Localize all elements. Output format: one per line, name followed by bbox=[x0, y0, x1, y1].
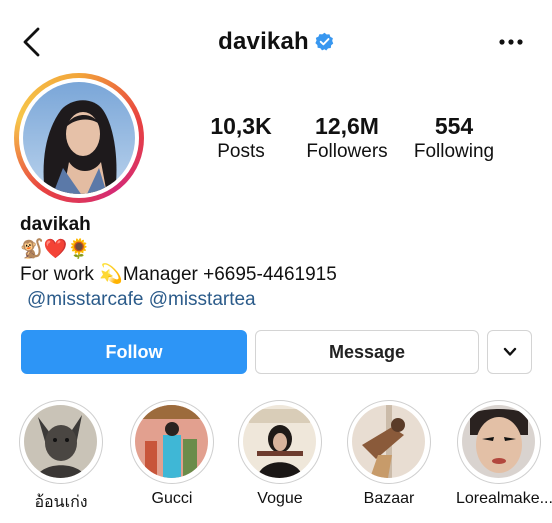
follow-button[interactable]: Follow bbox=[21, 330, 247, 374]
highlight-dog-image bbox=[24, 405, 97, 478]
message-button[interactable]: Message bbox=[255, 330, 479, 374]
highlight-4[interactable]: Bazaar bbox=[346, 400, 432, 508]
highlight-5-label: Lorealmake... bbox=[456, 490, 552, 507]
avatar-photo bbox=[23, 82, 135, 194]
profile-name: davikah bbox=[20, 214, 91, 235]
highlight-3[interactable]: Vogue bbox=[237, 400, 323, 508]
mention-link-misstarcafe[interactable]: @misstarcafe bbox=[27, 289, 143, 310]
suggested-dropdown-button[interactable] bbox=[487, 330, 532, 374]
highlight-1-label: อ้อนเก่ง bbox=[34, 494, 88, 511]
highlight-2[interactable]: Gucci bbox=[129, 400, 215, 508]
bio-emoji-line: 🐒❤️🌻 bbox=[20, 239, 91, 260]
top-bar: davikah bbox=[0, 0, 552, 84]
followers-count: 12,6M bbox=[315, 113, 379, 139]
highlight-4-label: Bazaar bbox=[363, 490, 415, 507]
highlight-2-label: Gucci bbox=[151, 490, 193, 507]
profile-avatar-ring[interactable] bbox=[14, 73, 144, 203]
highlight-1[interactable]: อ้อนเก่ง bbox=[18, 400, 104, 515]
highlight-vogue-image bbox=[243, 405, 316, 478]
posts-label: Posts bbox=[217, 141, 265, 162]
following-label: Following bbox=[413, 141, 495, 162]
highlight-3-label: Vogue bbox=[257, 490, 303, 507]
profile-username-title: davikah bbox=[0, 28, 552, 56]
chevron-down-icon bbox=[503, 347, 516, 356]
followers-label: Followers bbox=[306, 141, 388, 162]
highlight-5[interactable]: Lorealmake... bbox=[456, 400, 552, 508]
dizzy-emoji: 💫 bbox=[99, 264, 123, 285]
highlight-bazaar-image bbox=[352, 405, 425, 478]
username-text: davikah bbox=[218, 28, 309, 55]
followers-stat[interactable]: 12,6M Followers bbox=[302, 113, 392, 164]
avatar bbox=[23, 82, 135, 194]
highlight-loreal-image bbox=[462, 405, 535, 478]
verified-badge-icon bbox=[315, 32, 334, 51]
following-stat[interactable]: 554 Following bbox=[410, 113, 498, 164]
posts-stat[interactable]: 10,3K Posts bbox=[201, 113, 281, 164]
profile-bio: davikah 🐒❤️🌻 For work 💫Manager +6695-446… bbox=[20, 212, 337, 312]
mention-link-misstartea[interactable]: @misstartea bbox=[149, 289, 256, 310]
posts-count: 10,3K bbox=[210, 113, 272, 139]
highlight-gucci-image bbox=[135, 405, 208, 478]
following-count: 554 bbox=[434, 113, 474, 139]
bio-mentions: @misstarcafe @misstartea bbox=[20, 287, 337, 312]
bio-work-line: For work 💫Manager +6695-4461915 bbox=[20, 264, 337, 285]
more-horizontal-icon[interactable] bbox=[496, 30, 526, 54]
